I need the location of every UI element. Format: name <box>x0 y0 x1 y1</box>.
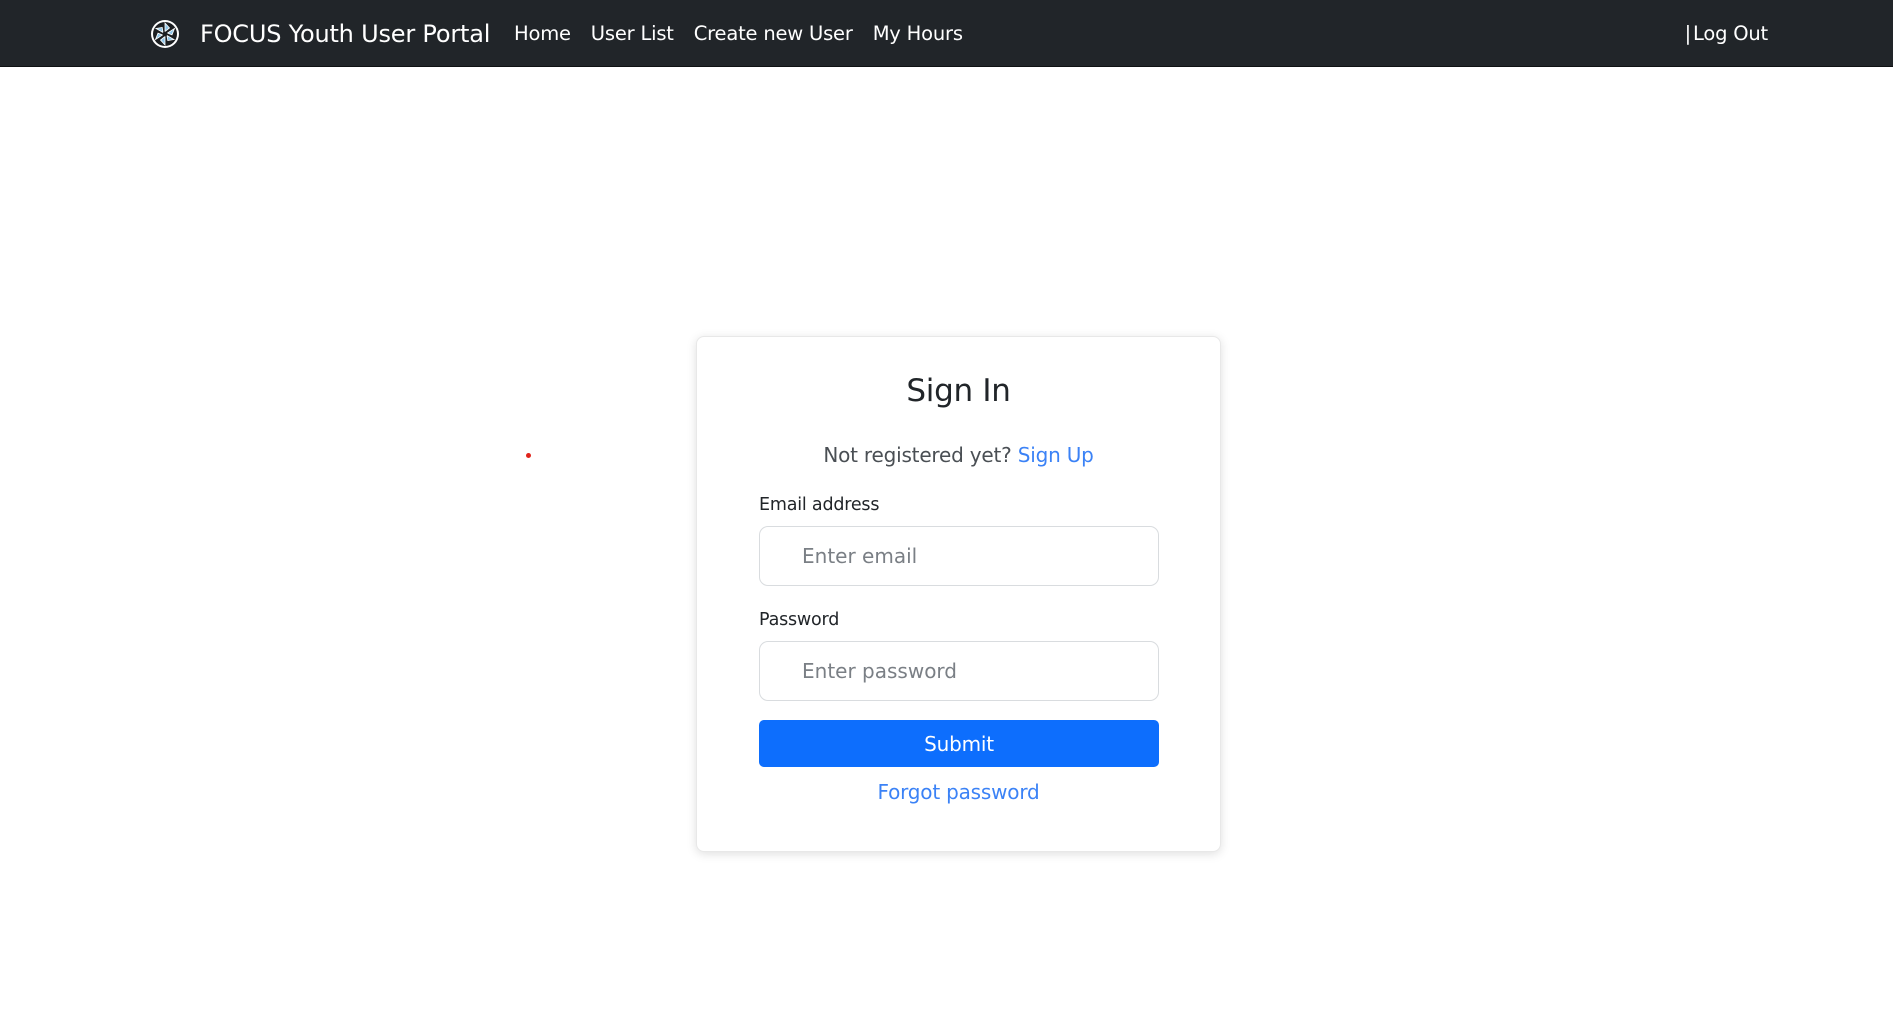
email-field[interactable] <box>759 526 1159 586</box>
submit-button[interactable]: Submit <box>759 720 1159 767</box>
nav-home[interactable]: Home <box>514 22 571 45</box>
register-prompt: Not registered yet? Sign Up <box>697 443 1220 467</box>
password-label: Password <box>759 610 840 630</box>
main-nav: Home User List Create new User My Hours <box>514 0 983 67</box>
brand-title: FOCUS Youth User Portal <box>200 19 491 48</box>
nav-create-new-user[interactable]: Create new User <box>694 22 853 45</box>
nav-separator: | <box>1684 22 1692 45</box>
nav-user-list[interactable]: User List <box>591 22 674 45</box>
red-marker-dot <box>526 453 531 458</box>
aperture-logo-icon <box>150 19 180 49</box>
signin-card: Sign In Not registered yet? Sign Up Emai… <box>696 336 1221 852</box>
forgot-password-link[interactable]: Forgot password <box>697 780 1220 804</box>
signup-link[interactable]: Sign Up <box>1018 443 1094 467</box>
brand-home-link[interactable]: FOCUS Youth User Portal <box>150 0 490 67</box>
register-prompt-text: Not registered yet? <box>823 443 1012 467</box>
nav-my-hours[interactable]: My Hours <box>873 22 963 45</box>
password-field[interactable] <box>759 641 1159 701</box>
top-navbar: FOCUS Youth User Portal Home User List C… <box>0 0 1893 67</box>
email-label: Email address <box>759 495 880 515</box>
logout-link[interactable]: Log Out <box>1693 22 1768 45</box>
signin-title: Sign In <box>906 373 1011 409</box>
logout-area: | Log Out <box>1684 0 1769 67</box>
